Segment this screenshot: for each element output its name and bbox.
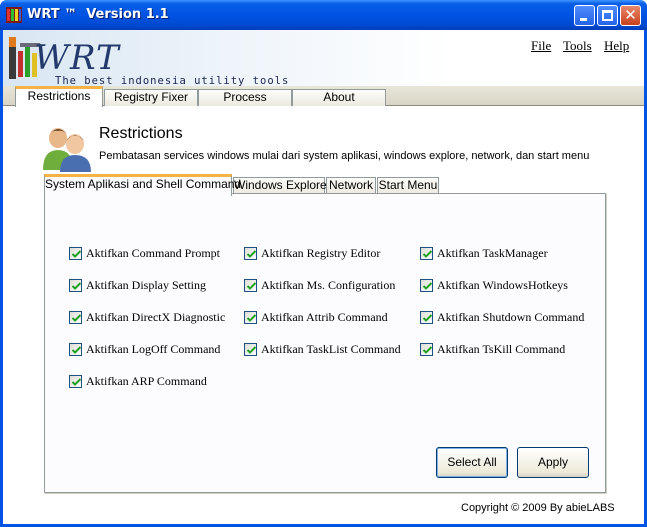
menu-tools[interactable]: Tools [563,38,592,54]
window-title: WRT ™ Version 1.1 [27,7,169,22]
checkmark-icon [71,378,82,386]
tab-start-menu[interactable]: Start Menu [377,177,439,194]
checkbox[interactable] [420,247,433,260]
main-tab-strip: Restrictions Registry Fixer Process Mana… [3,86,644,119]
checkmark-icon [246,282,257,290]
tab-restrictions[interactable]: Restrictions [15,86,103,107]
checkmark-icon [71,282,82,290]
panel-description: Pembatasan services windows mulai dari s… [99,150,590,162]
tab-process-manager[interactable]: Process Manager [198,89,292,119]
tab-windows-explore[interactable]: Windows Explore [233,177,327,194]
checkbox[interactable] [69,247,82,260]
checkmark-icon [246,250,257,258]
checkbox-label: Aktifkan LogOff Command [86,342,221,356]
checkbox-label: Aktifkan Command Prompt [86,246,220,260]
app-logo: WRT The best indonesia utility tools [6,37,306,87]
checkmark-icon [422,250,433,258]
checkmark-icon [71,346,82,354]
logo-text: WRT [34,38,120,78]
checkbox[interactable] [244,279,257,292]
checkmark-icon [71,250,82,258]
checkbox-label: Aktifkan DirectX Diagnostic [86,310,226,324]
tab-registry-fixer[interactable]: Registry Fixer [104,89,198,106]
checkbox[interactable] [69,279,82,292]
menu-help[interactable]: Help [604,38,629,54]
client-area: WRT The best indonesia utility tools Fil… [3,30,644,524]
app-window: WRT ™ Version 1.1 ✕ WRT The best indones… [0,0,647,527]
checkbox[interactable] [69,311,82,324]
checkbox-label: Aktifkan TaskManager [437,246,548,260]
checkbox-label: Aktifkan TaskList Command [261,342,401,356]
checkmark-icon [422,314,433,322]
restrictions-panel: Restrictions Pembatasan services windows… [17,107,642,524]
checkbox[interactable] [244,311,257,324]
menu-file[interactable]: File [531,38,551,54]
checkmark-icon [246,314,257,322]
checkmark-icon [71,314,82,322]
checkbox[interactable] [244,247,257,260]
maximize-icon [602,10,613,21]
checkmark-icon [246,346,257,354]
checkbox-label: Aktifkan WindowsHotkeys [437,278,568,292]
app-icon [6,7,22,23]
tab-about[interactable]: About [292,89,386,106]
header-banner: WRT The best indonesia utility tools Fil… [3,30,644,87]
checkbox[interactable] [69,375,82,388]
sub-tab-strip: System Aplikasi and Shell Command Window… [44,174,644,196]
panel-title: Restrictions [99,125,183,142]
checkbox-label: Aktifkan Attrib Command [261,310,388,324]
checkbox[interactable] [420,343,433,356]
checkbox[interactable] [420,279,433,292]
tab-content-pane: Aktifkan Command Prompt Aktifkan Registry… [44,193,606,493]
apply-button[interactable]: Apply [517,447,589,478]
select-all-button[interactable]: Select All [436,447,508,478]
minimize-button[interactable] [574,5,595,26]
checkbox[interactable] [69,343,82,356]
checkbox-label: Aktifkan TsKill Command [437,342,566,356]
checkmark-icon [422,282,433,290]
checkbox[interactable] [420,311,433,324]
tab-system-aplikasi[interactable]: System Aplikasi and Shell Command [44,174,241,196]
minimize-icon [580,18,587,21]
checkmark-icon [422,346,433,354]
checkbox-label: Aktifkan Ms. Configuration [261,278,396,292]
checkbox-label: Aktifkan ARP Command [86,374,207,388]
maximize-button[interactable] [597,5,618,26]
checkbox[interactable] [244,343,257,356]
close-icon: ✕ [624,6,637,24]
title-bar[interactable]: WRT ™ Version 1.1 ✕ [0,0,647,30]
checkbox-label: Aktifkan Registry Editor [261,246,381,260]
users-icon [43,128,91,172]
close-button[interactable]: ✕ [620,5,641,26]
copyright-text: Copyright © 2009 By abieLABS [461,502,615,514]
checkbox-label: Aktifkan Display Setting [86,278,206,292]
checkbox-label: Aktifkan Shutdown Command [437,310,585,324]
tab-network[interactable]: Network [326,177,376,194]
